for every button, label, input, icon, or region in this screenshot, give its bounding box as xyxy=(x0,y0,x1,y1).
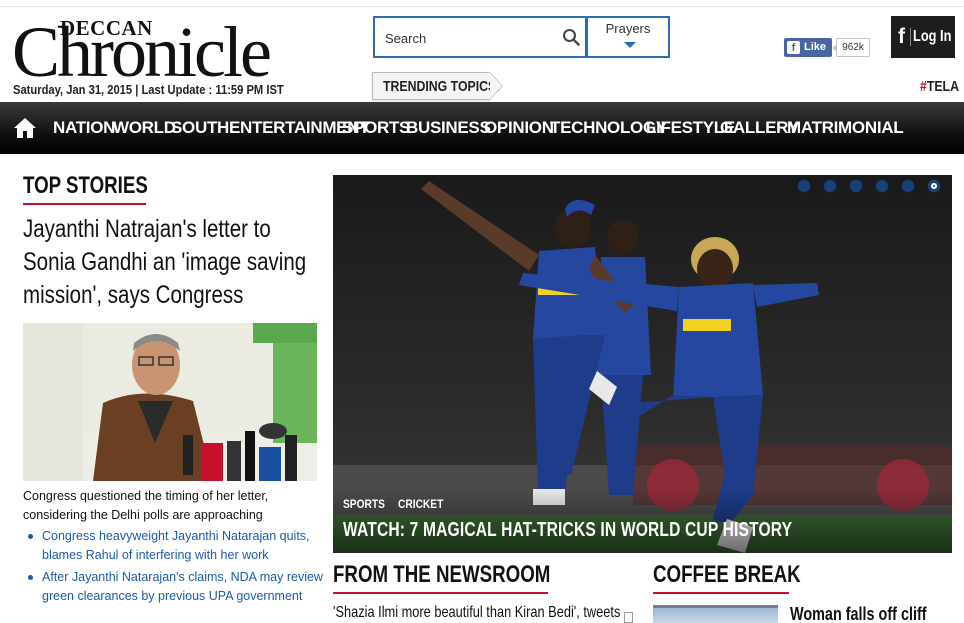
top-story-photo xyxy=(23,323,317,481)
related-links: Congress heavyweight Jayanthi Natarajan … xyxy=(28,527,328,609)
search-input[interactable] xyxy=(385,28,555,48)
document-icon xyxy=(624,612,633,623)
nav-item-lifestyle[interactable]: LIFESTYLE xyxy=(646,118,735,140)
nav-item-label: NATION xyxy=(53,118,116,137)
search-box xyxy=(373,16,587,58)
hero-caption[interactable]: SPORTS CRICKET WATCH: 7 MAGICAL HAT-TRIC… xyxy=(333,488,952,553)
login-divider xyxy=(910,28,911,46)
coffee-break-headline[interactable]: Woman falls off cliff xyxy=(790,604,927,623)
newsroom-title: FROM THE NEWSROOM xyxy=(333,561,551,588)
hero-tags: SPORTS CRICKET xyxy=(343,497,458,511)
slider-dot[interactable] xyxy=(823,179,837,193)
slider-dot[interactable] xyxy=(875,179,889,193)
hashtag-text: TELA xyxy=(926,78,959,95)
facebook-like-label: Like xyxy=(804,41,827,53)
hero-slider[interactable]: SPORTS CRICKET WATCH: 7 MAGICAL HAT-TRIC… xyxy=(333,175,952,553)
home-icon[interactable] xyxy=(13,117,37,139)
prayers-label: Prayers xyxy=(605,21,651,36)
main-nav: NATION WORLD SOUTH ENTERTAINMENT SPORTS … xyxy=(0,102,964,154)
nav-menu: NATION WORLD SOUTH ENTERTAINMENT SPORTS … xyxy=(53,118,904,140)
coffee-break-title: COFFEE BREAK xyxy=(653,561,801,588)
chevron-down-icon xyxy=(624,42,636,48)
search-icon[interactable] xyxy=(562,28,580,46)
nav-item-world[interactable]: WORLD xyxy=(113,118,176,140)
nav-item-sports[interactable]: SPORTS xyxy=(342,118,410,140)
nav-item-label: SPORTS xyxy=(342,118,411,137)
top-story-caption: Congress questioned the timing of her le… xyxy=(23,489,269,522)
nav-item-label: SOUTH xyxy=(171,118,230,137)
facebook-like-count: 962k xyxy=(832,38,870,57)
nav-item-label: BUSINESS xyxy=(406,118,491,137)
top-story-headline[interactable]: Jayanthi Natrajan's letter to Sonia Gand… xyxy=(23,213,318,312)
top-stories-underline xyxy=(23,203,146,205)
hero-tag[interactable]: SPORTS xyxy=(343,497,385,511)
logo-chronicle[interactable]: Chronicle xyxy=(12,16,272,88)
top-stories-title: TOP STORIES xyxy=(23,172,148,199)
facebook-icon: f xyxy=(898,25,905,48)
slider-dot-active[interactable] xyxy=(927,179,941,193)
newsroom-underline xyxy=(333,592,548,594)
hero-title[interactable]: WATCH: 7 MAGICAL HAT-TRICKS IN WORLD CUP… xyxy=(343,519,792,542)
nav-item-label: OPINION xyxy=(484,118,554,137)
coffee-break-thumbnail[interactable] xyxy=(653,605,778,623)
nav-item-opinion[interactable]: OPINION xyxy=(484,118,554,140)
coffee-break-underline xyxy=(653,592,789,594)
slider-dot[interactable] xyxy=(901,179,915,193)
nav-item-matrimonial[interactable]: MATRIMONIAL xyxy=(787,118,904,140)
nav-item-south[interactable]: SOUTH xyxy=(171,118,229,140)
trending-topics: TRENDING TOPICS: xyxy=(372,72,503,100)
facebook-like-button[interactable]: f Like xyxy=(784,38,832,57)
prayers-dropdown[interactable]: Prayers xyxy=(587,16,670,58)
facebook-icon: f xyxy=(787,41,800,54)
nav-item-entertainment[interactable]: ENTERTAINMENT xyxy=(229,118,370,140)
nav-item-label: WORLD xyxy=(113,118,176,137)
nav-item-business[interactable]: BUSINESS xyxy=(406,118,491,140)
slider-dot[interactable] xyxy=(797,179,811,193)
nav-item-gallery[interactable]: GALLERY xyxy=(720,118,799,140)
newsroom-item[interactable]: 'Shazia Ilmi more beautiful than Kiran B… xyxy=(333,604,620,622)
related-link[interactable]: After Jayanthi Natarajan's claims, NDA m… xyxy=(28,568,328,606)
trending-label: TRENDING TOPICS: xyxy=(383,78,501,95)
login-label: Log In xyxy=(913,28,952,45)
trending-hashtag[interactable]: #TELA xyxy=(920,78,959,95)
dateline: Saturday, Jan 31, 2015 | Last Update : 1… xyxy=(13,82,284,97)
slider-dots xyxy=(797,179,952,193)
header-top-rule xyxy=(0,6,964,7)
related-link[interactable]: Congress heavyweight Jayanthi Natarajan … xyxy=(28,527,328,565)
nav-item-nation[interactable]: NATION xyxy=(53,118,116,140)
top-story-image[interactable] xyxy=(23,323,317,481)
nav-item-technology[interactable]: TECHNOLOGY xyxy=(550,118,667,140)
nav-item-label: MATRIMONIAL xyxy=(787,118,904,137)
slider-dot[interactable] xyxy=(849,179,863,193)
facebook-login-button[interactable]: f Log In xyxy=(891,16,955,58)
hero-tag[interactable]: CRICKET xyxy=(398,497,443,511)
